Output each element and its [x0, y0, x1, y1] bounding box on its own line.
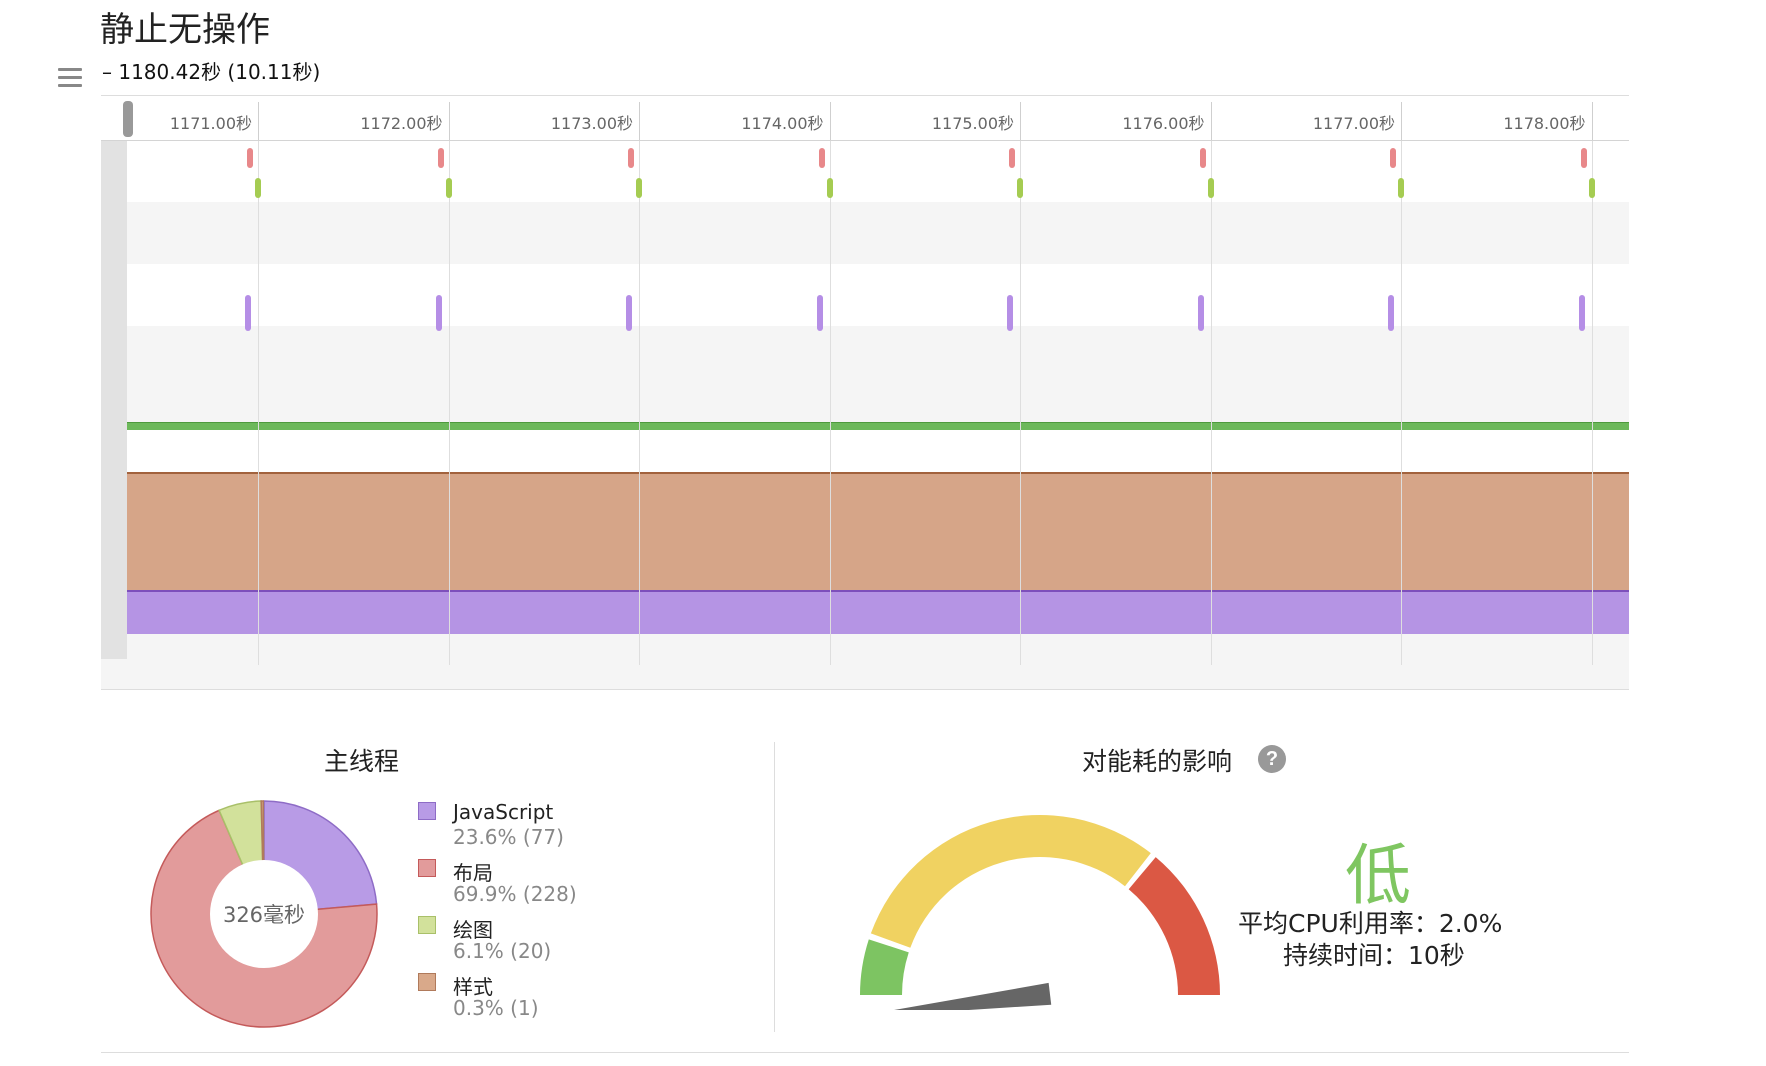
script-event-mark[interactable] [435, 295, 442, 331]
paint-event-mark[interactable] [255, 178, 261, 198]
time-ruler: 1171.00秒 1172.00秒 1173.00秒 1174.00秒 1175.00秒… [101, 95, 1629, 141]
legend-value: 69.9% (228) [453, 882, 577, 906]
layout-swatch [418, 859, 436, 877]
layout-event-mark[interactable] [437, 148, 444, 168]
script-event-mark[interactable] [1197, 295, 1204, 331]
legend-label: JavaScript [453, 800, 554, 824]
gauge-mid-segment [870, 815, 1151, 948]
gauge-low-segment [860, 939, 909, 995]
paint-event-mark[interactable] [636, 178, 642, 198]
average-cpu-usage: 平均CPU利用率：2.0% [1238, 909, 1503, 938]
energy-impact-title: 对能耗的影响 [1082, 747, 1233, 776]
panel-divider [774, 742, 775, 1032]
script-event-mark[interactable] [816, 295, 823, 331]
script-event-mark[interactable] [626, 295, 632, 331]
layout-event-mark[interactable] [1009, 148, 1015, 168]
question-icon[interactable]: ? [1258, 745, 1286, 773]
script-event-mark[interactable] [1388, 295, 1394, 331]
gauge-high-segment [1128, 857, 1220, 995]
tick-separator [448, 102, 450, 140]
tick-separator [639, 102, 640, 140]
script-event-mark[interactable] [1578, 295, 1585, 331]
timeline-scroll-handle[interactable] [123, 101, 133, 137]
javascript-swatch [418, 802, 436, 820]
energy-gauge [860, 815, 1220, 1010]
tick-separator [1401, 102, 1402, 140]
javascript-activity-band [101, 590, 1629, 634]
duration-label: 持续时间：10秒 [1283, 941, 1465, 970]
legend-value: 6.1% (20) [453, 939, 552, 963]
paint-event-mark[interactable] [1398, 178, 1404, 198]
paint-event-mark[interactable] [1017, 178, 1023, 198]
tick-label: 1176.00秒 [1122, 114, 1205, 133]
timeline-track-memory [101, 326, 1629, 422]
timeline-footer-track [101, 634, 1629, 690]
style-activity-band [101, 472, 1629, 590]
layout-event-mark[interactable] [628, 148, 634, 168]
menu-icon[interactable] [58, 68, 82, 90]
layout-event-mark[interactable] [247, 148, 253, 168]
main-thread-donut-chart: 326毫秒 [150, 800, 378, 1028]
timeline-overview[interactable]: 1171.00秒 1172.00秒 1173.00秒 1174.00秒 1175.00秒… [101, 95, 1629, 722]
tick-separator [258, 102, 259, 140]
timeline-track-events [101, 264, 1629, 326]
layout-event-mark[interactable] [1390, 148, 1396, 168]
layout-event-mark[interactable] [818, 148, 825, 168]
bottom-divider [101, 1052, 1629, 1053]
script-event-mark[interactable] [245, 295, 251, 331]
paint-event-mark[interactable] [1207, 178, 1214, 198]
style-swatch [418, 973, 436, 991]
legend-value: 0.3% (1) [453, 996, 539, 1020]
recording-title: 静止无操作 [100, 10, 270, 50]
tick-label: 1173.00秒 [550, 114, 633, 133]
tick-label: 1178.00秒 [1503, 114, 1586, 133]
tick-label: 1177.00秒 [1312, 114, 1395, 133]
timeline-track-network [101, 202, 1629, 264]
tick-label: 1175.00秒 [931, 114, 1014, 133]
paint-event-mark[interactable] [826, 178, 833, 198]
tick-separator [1210, 102, 1212, 140]
timeline-gutter [101, 139, 127, 659]
tick-separator [1591, 102, 1593, 140]
layout-event-mark[interactable] [1580, 148, 1587, 168]
main-thread-title: 主线程 [324, 747, 400, 776]
paint-event-mark[interactable] [445, 178, 452, 198]
paint-swatch [418, 916, 436, 934]
tick-separator [1020, 102, 1021, 140]
tick-label: 1174.00秒 [741, 114, 824, 133]
legend-value: 23.6% (77) [453, 825, 564, 849]
donut-total-label: 326毫秒 [223, 903, 305, 927]
tick-label: 1172.00秒 [360, 114, 443, 133]
timeline-spacer [101, 430, 1629, 472]
script-event-mark[interactable] [1007, 295, 1013, 331]
time-range-label: – 1180.42秒 (10.11秒) [102, 60, 321, 84]
tick-label: 1171.00秒 [169, 114, 252, 133]
paint-event-mark[interactable] [1588, 178, 1595, 198]
layout-event-mark[interactable] [1199, 148, 1206, 168]
tick-separator [829, 102, 831, 140]
